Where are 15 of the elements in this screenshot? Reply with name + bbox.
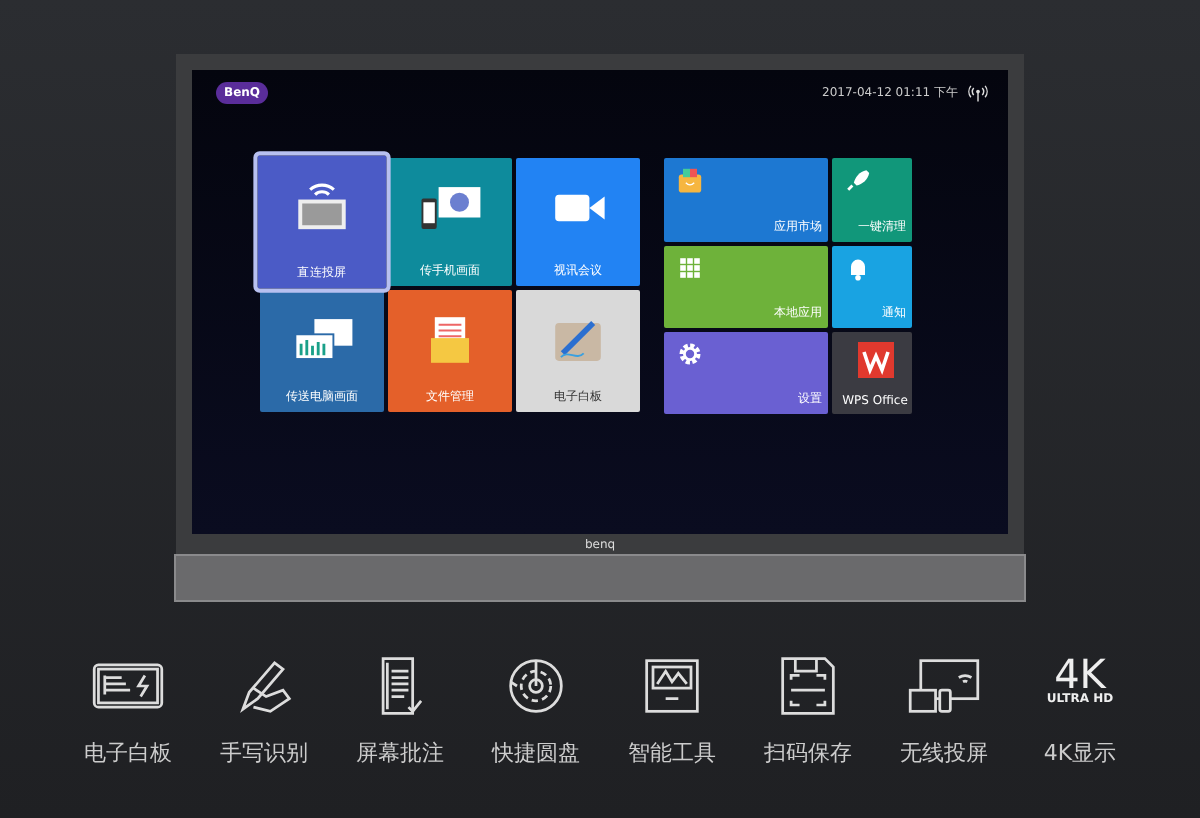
rocket-icon [844, 166, 872, 194]
wireless-screen-icon [906, 654, 982, 718]
bag-icon [676, 166, 704, 194]
feature-label: 电子白板 [84, 738, 172, 768]
feature-label: 屏幕批注 [356, 738, 444, 768]
feature-label: 无线投屏 [900, 738, 988, 768]
feature-label: 智能工具 [628, 738, 716, 768]
feature-label: 快捷圆盘 [492, 738, 580, 768]
feature-label: 扫码保存 [764, 738, 852, 768]
gear-icon [676, 340, 704, 368]
feature-label: 4K显示 [1043, 738, 1117, 768]
feature-label: 手写识别 [220, 738, 308, 768]
grid-icon [676, 254, 704, 282]
antenna-icon [968, 84, 988, 102]
wps-icon [855, 340, 895, 380]
